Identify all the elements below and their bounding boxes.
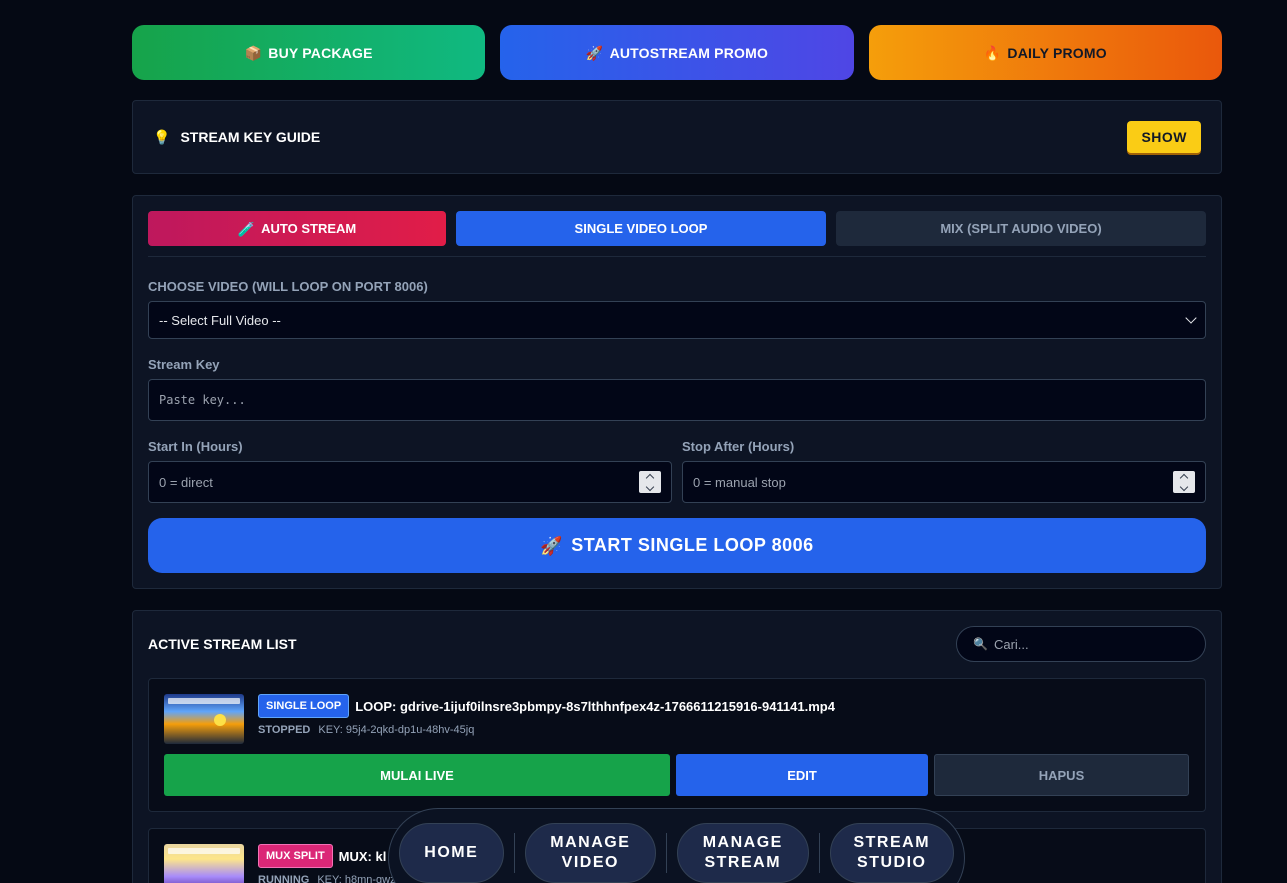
stop-after-group: Stop After (Hours) 0 = manual stop	[682, 421, 1206, 503]
stream-card-header: SINGLE LOOP LOOP: gdrive-1ijuf0ilnsre3pb…	[164, 694, 1190, 744]
stream-form-panel: 🧪 AUTO STREAM SINGLE VIDEO LOOP MIX (SPL…	[132, 195, 1222, 589]
stream-key-label: Stream Key	[148, 357, 220, 372]
nav-divider	[513, 833, 515, 873]
mode-tabs: 🧪 AUTO STREAM SINGLE VIDEO LOOP MIX (SPL…	[148, 211, 1206, 246]
start-single-loop-button[interactable]: 🚀 START SINGLE LOOP 8006	[148, 518, 1206, 573]
nav-manage-stream[interactable]: MANAGE STREAM	[677, 823, 809, 883]
stream-key-text: KEY: 95j4-2qkd-dp1u-48hv-45jq	[318, 724, 475, 736]
nav-manage-video[interactable]: MANAGE VIDEO	[524, 823, 657, 883]
stream-title-line: SINGLE LOOP LOOP: gdrive-1ijuf0ilnsre3pb…	[258, 694, 835, 718]
autostream-promo-button[interactable]: 🚀 AUTOSTREAM PROMO	[500, 25, 854, 80]
video-thumbnail	[164, 844, 244, 883]
start-single-loop-label: START SINGLE LOOP 8006	[571, 535, 814, 555]
schedule-row: Start In (Hours) 0 = direct Stop After (…	[148, 421, 1206, 503]
package-icon: 📦	[244, 44, 263, 61]
stream-actions: MULAI LIVE EDIT HAPUS	[164, 754, 1190, 796]
chevron-down-icon	[1185, 312, 1197, 324]
stream-card-meta: SINGLE LOOP LOOP: gdrive-1ijuf0ilnsre3pb…	[258, 694, 835, 744]
stream-file-name: LOOP: gdrive-1ijuf0ilnsre3pbmpy-8s7lthhn…	[355, 698, 835, 714]
nav-home[interactable]: HOME	[399, 823, 504, 883]
daily-promo-button[interactable]: 🔥 DAILY PROMO	[868, 25, 1222, 80]
autostream-promo-label: AUTOSTREAM PROMO	[609, 44, 769, 61]
guide-header: 💡 STREAM KEY GUIDE	[153, 129, 320, 145]
delete-button[interactable]: HAPUS	[934, 754, 1189, 796]
start-in-placeholder: 0 = direct	[159, 474, 213, 490]
video-select-label: CHOOSE VIDEO (WILL LOOP ON PORT 8006)	[148, 279, 428, 294]
lightbulb-icon: 💡	[153, 129, 171, 145]
stream-key-input[interactable]: Paste key...	[148, 379, 1206, 421]
nav-divider	[666, 833, 668, 873]
status-badge: STOPPED	[258, 724, 311, 736]
stop-after-stepper[interactable]	[1173, 471, 1195, 493]
start-in-label: Start In (Hours)	[148, 439, 243, 454]
nav-stream-studio[interactable]: STREAM STUDIO	[829, 823, 955, 883]
tab-single-video-loop[interactable]: SINGLE VIDEO LOOP	[456, 211, 826, 246]
search-input[interactable]: 🔍 Cari...	[956, 626, 1206, 662]
search-icon: 🔍	[973, 637, 988, 651]
stream-title-line: MUX SPLIT MUX: kl	[258, 844, 396, 868]
stream-card: SINGLE LOOP LOOP: gdrive-1ijuf0ilnsre3pb…	[148, 678, 1206, 812]
tab-auto-stream-label: AUTO STREAM	[261, 221, 357, 236]
stop-after-placeholder: 0 = manual stop	[693, 474, 786, 490]
search-placeholder: Cari...	[993, 636, 1029, 652]
stop-after-input[interactable]: 0 = manual stop	[682, 461, 1206, 503]
stop-after-label: Stop After (Hours)	[682, 439, 795, 454]
guide-title: STREAM KEY GUIDE	[180, 129, 321, 145]
list-title: ACTIVE STREAM LIST	[148, 636, 297, 652]
rocket-icon: 🚀	[540, 535, 564, 556]
stream-key-guide-panel: 💡 STREAM KEY GUIDE SHOW	[132, 100, 1222, 174]
list-header: ACTIVE STREAM LIST 🔍 Cari...	[148, 626, 1206, 662]
mode-badge: MUX SPLIT	[258, 844, 333, 868]
bottom-nav: HOME MANAGE VIDEO MANAGE STREAM STREAM S…	[388, 808, 965, 883]
start-in-stepper[interactable]	[639, 471, 661, 493]
edit-button[interactable]: EDIT	[676, 754, 928, 796]
video-select-value: -- Select Full Video --	[159, 312, 281, 328]
start-live-button[interactable]: MULAI LIVE	[164, 754, 670, 796]
buy-package-label: BUY PACKAGE	[268, 44, 373, 61]
main-container: 📦 BUY PACKAGE 🚀 AUTOSTREAM PROMO 🔥 DAILY…	[132, 25, 1222, 883]
video-select[interactable]: -- Select Full Video --	[148, 301, 1206, 339]
stream-card-meta: MUX SPLIT MUX: kl RUNNING KEY: h8mn-gwz	[258, 844, 396, 883]
buy-package-button[interactable]: 📦 BUY PACKAGE	[132, 25, 486, 80]
stream-status-line: RUNNING KEY: h8mn-gwz	[258, 874, 396, 883]
status-badge: RUNNING	[258, 874, 310, 883]
mode-badge: SINGLE LOOP	[258, 694, 350, 718]
nav-divider	[818, 833, 820, 873]
start-in-group: Start In (Hours) 0 = direct	[148, 421, 672, 503]
tab-mix-split[interactable]: MIX (SPLIT AUDIO VIDEO)	[836, 211, 1206, 246]
test-tube-icon: 🧪	[237, 220, 256, 237]
video-thumbnail	[164, 694, 244, 744]
stream-key-text: KEY: h8mn-gwz	[317, 874, 396, 883]
promo-row: 📦 BUY PACKAGE 🚀 AUTOSTREAM PROMO 🔥 DAILY…	[132, 25, 1222, 80]
tabs-divider	[148, 256, 1206, 257]
show-guide-button[interactable]: SHOW	[1127, 121, 1201, 153]
stream-file-name: MUX: kl	[338, 848, 387, 864]
fire-icon: 🔥	[983, 44, 1002, 61]
start-in-input[interactable]: 0 = direct	[148, 461, 672, 503]
stream-status-line: STOPPED KEY: 95j4-2qkd-dp1u-48hv-45jq	[258, 724, 835, 736]
rocket-icon: 🚀	[585, 44, 604, 61]
daily-promo-label: DAILY PROMO	[1007, 44, 1107, 61]
stream-key-placeholder: Paste key...	[159, 393, 246, 407]
tab-auto-stream[interactable]: 🧪 AUTO STREAM	[148, 211, 446, 246]
